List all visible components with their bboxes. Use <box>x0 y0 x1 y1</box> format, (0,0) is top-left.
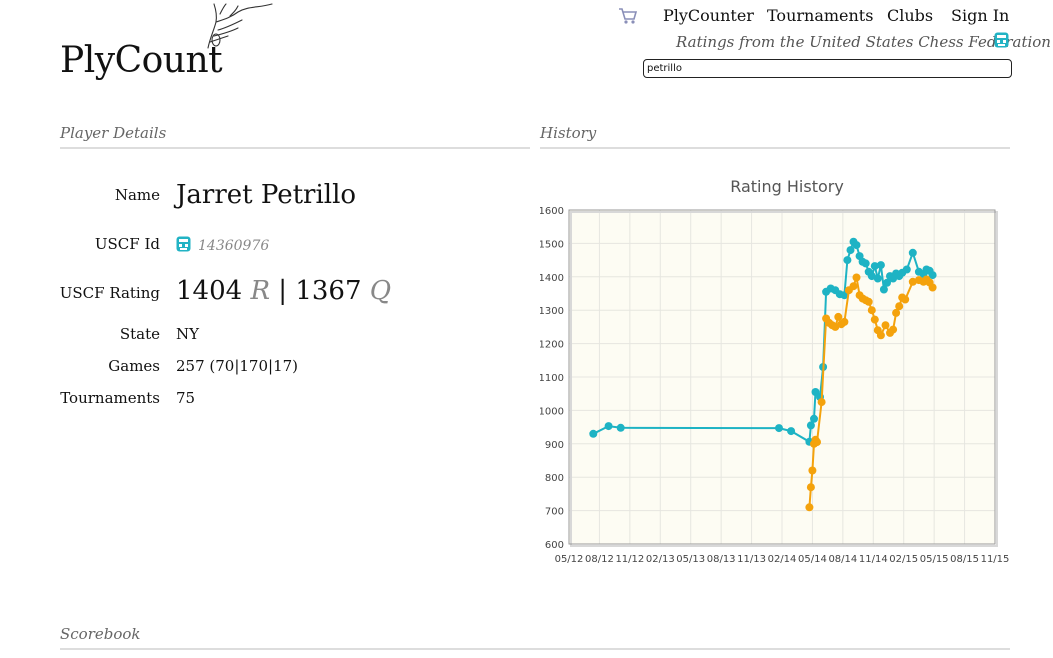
data-point <box>895 302 904 311</box>
data-point <box>928 283 937 292</box>
data-point <box>902 265 911 274</box>
data-point <box>787 427 796 436</box>
state-label: State <box>119 325 160 343</box>
rating-separator: | <box>278 276 288 306</box>
x-tick-label: 11/12 <box>615 554 644 565</box>
data-point <box>806 483 815 492</box>
data-point <box>843 256 852 265</box>
rating-history-chart: Rating History 600 700 800 900 1000 1100 1200 13… <box>540 177 1010 565</box>
quick-suffix: Q <box>369 276 392 306</box>
data-point <box>901 295 910 304</box>
data-point <box>840 317 849 326</box>
divider <box>540 147 1010 149</box>
x-tick-label: 02/14 <box>768 554 797 565</box>
x-tick-label: 05/14 <box>798 554 827 565</box>
y-tick-label: 1300 <box>540 306 564 317</box>
x-tick-label: 11/15 <box>981 554 1010 565</box>
history-title: History <box>540 124 597 142</box>
data-point <box>616 423 625 432</box>
games-label: Games <box>108 357 160 375</box>
hand-holding-pen-logo-icon <box>207 3 273 49</box>
x-tick-label: 11/13 <box>737 554 766 565</box>
x-tick-label: 05/13 <box>676 554 705 565</box>
regular-suffix: R <box>250 276 271 306</box>
nav-clubs[interactable]: Clubs <box>887 6 933 25</box>
uscf-id-value[interactable]: 14360976 <box>198 238 269 254</box>
x-tick-label: 02/15 <box>889 554 918 565</box>
nav-sign-in[interactable]: Sign In <box>951 6 1009 25</box>
data-point <box>852 273 861 282</box>
y-tick-label: 1600 <box>540 206 564 217</box>
x-tick-label: 08/14 <box>828 554 857 565</box>
x-tick-label: 08/12 <box>585 554 614 565</box>
x-tick-label: 05/15 <box>920 554 949 565</box>
nav-tournaments[interactable]: Tournaments <box>767 6 873 25</box>
regular-rating: 1404 <box>176 276 243 306</box>
nav-plycounter[interactable]: PlyCounter <box>663 6 754 25</box>
data-point <box>810 414 818 423</box>
x-tick-label: 05/12 <box>555 554 584 565</box>
uscf-id-label: USCF Id <box>94 235 160 253</box>
data-point <box>889 325 898 334</box>
games-value: 257 (70|170|17) <box>176 357 299 375</box>
y-tick-label: 1000 <box>540 406 564 417</box>
y-tick-label: 1400 <box>540 273 564 284</box>
data-point <box>870 315 879 324</box>
data-point <box>852 241 861 250</box>
uscf-icon <box>994 32 1009 48</box>
x-tick-label: 08/15 <box>950 554 979 565</box>
x-tick-label: 02/13 <box>646 554 675 565</box>
uscf-icon <box>176 236 191 252</box>
data-point <box>604 422 613 431</box>
data-point <box>808 466 817 475</box>
divider <box>60 147 530 149</box>
y-tick-label: 1500 <box>540 239 564 250</box>
data-point <box>589 429 598 438</box>
y-tick-label: 600 <box>545 540 564 551</box>
x-tick-label: 11/14 <box>859 554 888 565</box>
data-point <box>881 321 890 330</box>
search-input[interactable] <box>643 59 1012 78</box>
player-details-title: Player Details <box>60 124 167 142</box>
player-name: Jarret Petrillo <box>176 180 357 210</box>
data-point <box>864 297 873 306</box>
cart-icon[interactable] <box>618 7 638 25</box>
data-point <box>873 274 882 283</box>
chart-title: Rating History <box>730 177 844 196</box>
y-tick-label: 800 <box>545 473 564 484</box>
tournaments-count-link[interactable]: 75 <box>176 389 195 407</box>
scorebook-title: Scorebook <box>60 625 141 643</box>
y-tick-label: 700 <box>545 507 564 518</box>
quick-rating: 1367 <box>295 276 362 306</box>
data-point <box>908 248 917 257</box>
tournaments-link[interactable]: Tournaments <box>0 389 160 407</box>
data-point <box>876 331 885 340</box>
divider <box>60 648 1010 650</box>
y-tick-label: 1200 <box>540 340 564 351</box>
data-point <box>813 438 821 447</box>
name-label: Name <box>114 186 160 204</box>
y-tick-label: 900 <box>545 440 564 451</box>
data-point <box>861 259 870 268</box>
data-point <box>817 398 826 407</box>
state-value: NY <box>176 325 200 343</box>
y-tick-label: 1100 <box>540 373 564 384</box>
data-point <box>775 424 783 433</box>
uscf-rating-label: USCF Rating <box>59 284 160 302</box>
data-point <box>849 282 858 291</box>
data-point <box>867 306 876 315</box>
rating-values: 1404 R | 1367 Q <box>176 276 391 306</box>
data-point <box>805 503 814 512</box>
data-point <box>876 261 885 270</box>
x-tick-label: 08/13 <box>707 554 736 565</box>
